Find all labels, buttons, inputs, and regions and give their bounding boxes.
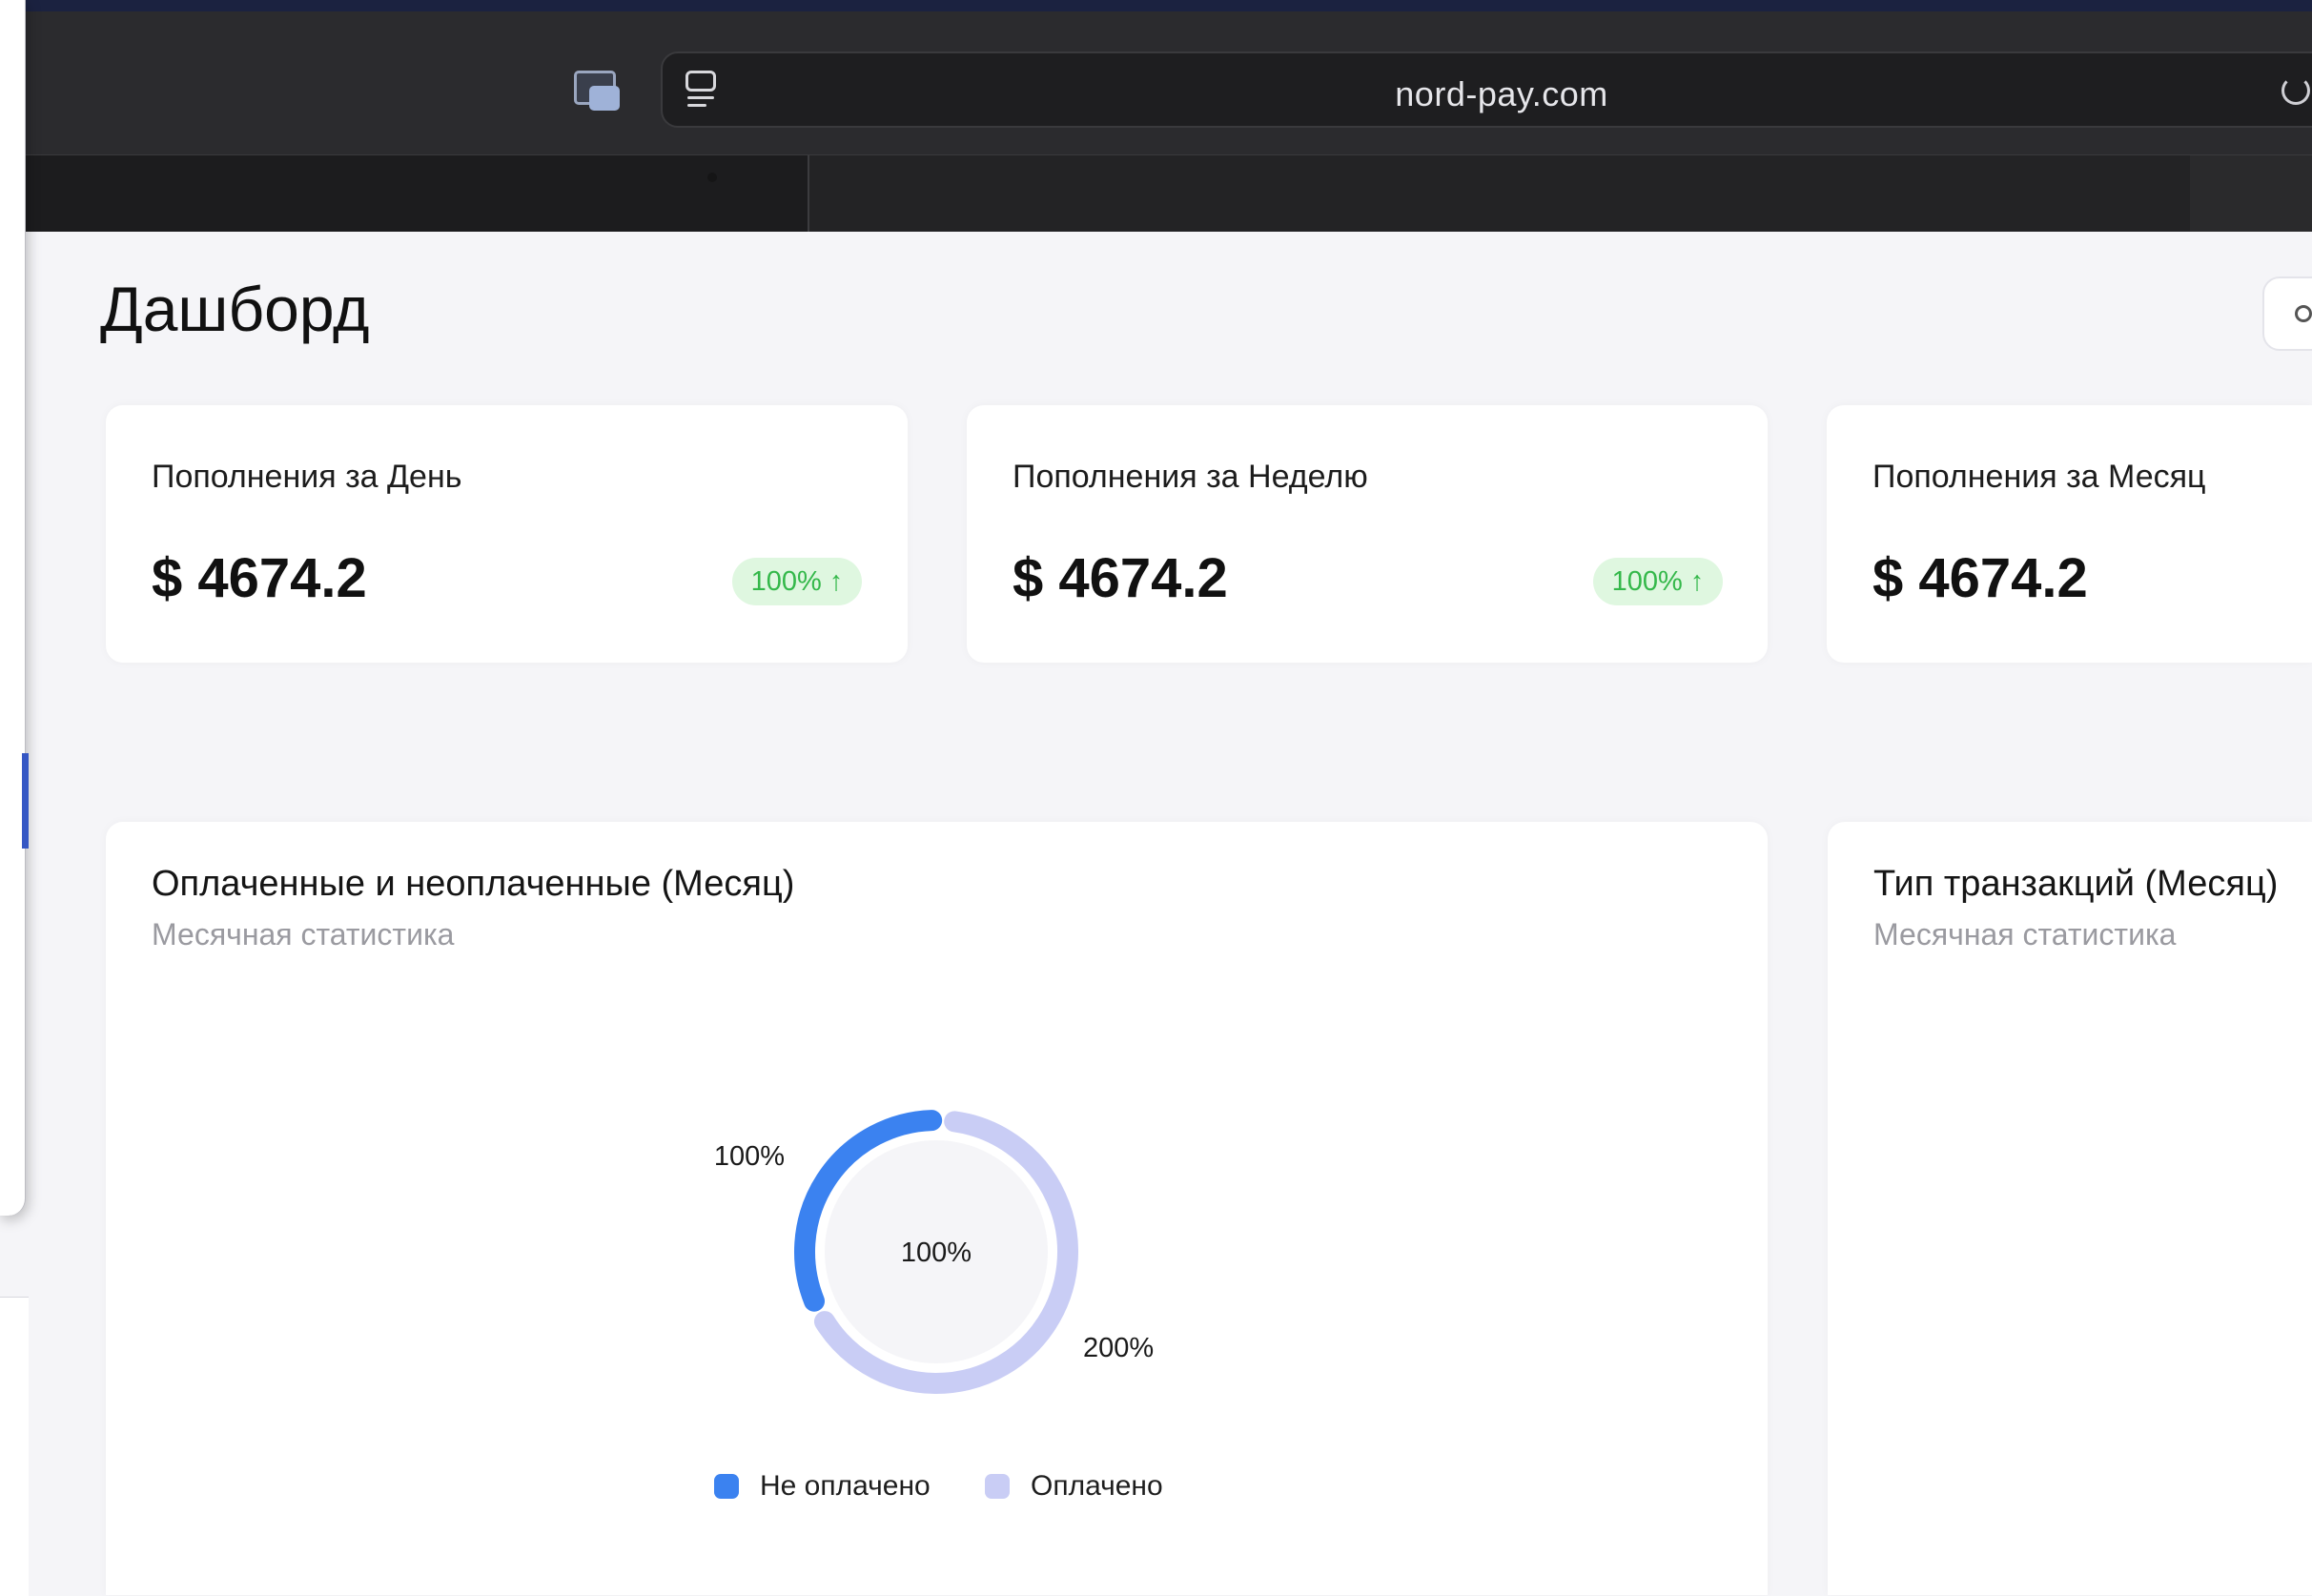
growth-badge: 100% ↑ [1593, 558, 1723, 605]
paid-unpaid-card: Оплаченные и неоплаченные (Месяц) Месячн… [106, 822, 1768, 1595]
sidebar-lower [0, 1297, 29, 1596]
stat-card-month: Пополнения за Месяц $ 4674.2 [1827, 405, 2312, 663]
stat-card-week: Пополнения за Неделю $ 4674.2 100% ↑ [967, 405, 1768, 663]
address-bar[interactable]: nord-pay.com [661, 51, 2312, 128]
side-panel-edge[interactable] [0, 0, 26, 1216]
legend-item-paid[interactable]: Оплачено [985, 1470, 1163, 1503]
search-button[interactable] [2262, 276, 2312, 351]
data-label-paid: 200% [1083, 1333, 1154, 1363]
stat-label: Пополнения за Месяц [1872, 459, 2206, 495]
donut-center-label: 100% [901, 1238, 972, 1268]
stat-value: $ 4674.2 [1013, 547, 1228, 609]
chart-title: Тип транзакций (Месяц) [1873, 864, 2279, 904]
legend-swatch [985, 1474, 1010, 1499]
legend-item-unpaid[interactable]: Не оплачено [714, 1470, 931, 1503]
stat-label: Пополнения за Неделю [1013, 459, 1368, 495]
tab-strip [0, 154, 2312, 232]
chart-subtitle: Месячная статистика [1873, 917, 2177, 951]
stat-value: $ 4674.2 [1872, 547, 2088, 609]
data-label-unpaid: 100% [714, 1141, 785, 1172]
stat-value: $ 4674.2 [152, 547, 367, 609]
side-panel-active-indicator [22, 753, 29, 849]
tab-indicator-dot [707, 173, 717, 182]
browser-tab[interactable] [2190, 155, 2312, 232]
search-icon [2295, 305, 2312, 322]
browser-toolbar: nord-pay.com [0, 11, 2312, 154]
transaction-type-card: Тип транзакций (Месяц) Месячная статисти… [1828, 822, 2312, 1595]
url-text: nord-pay.com [1395, 74, 1608, 113]
browser-tab-active[interactable] [808, 155, 2192, 232]
stat-label: Пополнения за День [152, 459, 462, 495]
reload-icon[interactable] [2281, 76, 2310, 105]
growth-badge: 100% ↑ [732, 558, 862, 605]
legend-label: Оплачено [1031, 1470, 1163, 1502]
page-title: Дашборд [100, 274, 370, 344]
windows-icon-front [589, 86, 620, 111]
tab-overview-button[interactable] [568, 67, 624, 116]
legend-label: Не оплачено [760, 1470, 931, 1502]
legend-swatch [714, 1474, 739, 1499]
stat-card-day: Пополнения за День $ 4674.2 100% ↑ [106, 405, 908, 663]
window-top-strip [0, 0, 2312, 11]
donut-chart: 100% 100% 200% [714, 1110, 1154, 1394]
